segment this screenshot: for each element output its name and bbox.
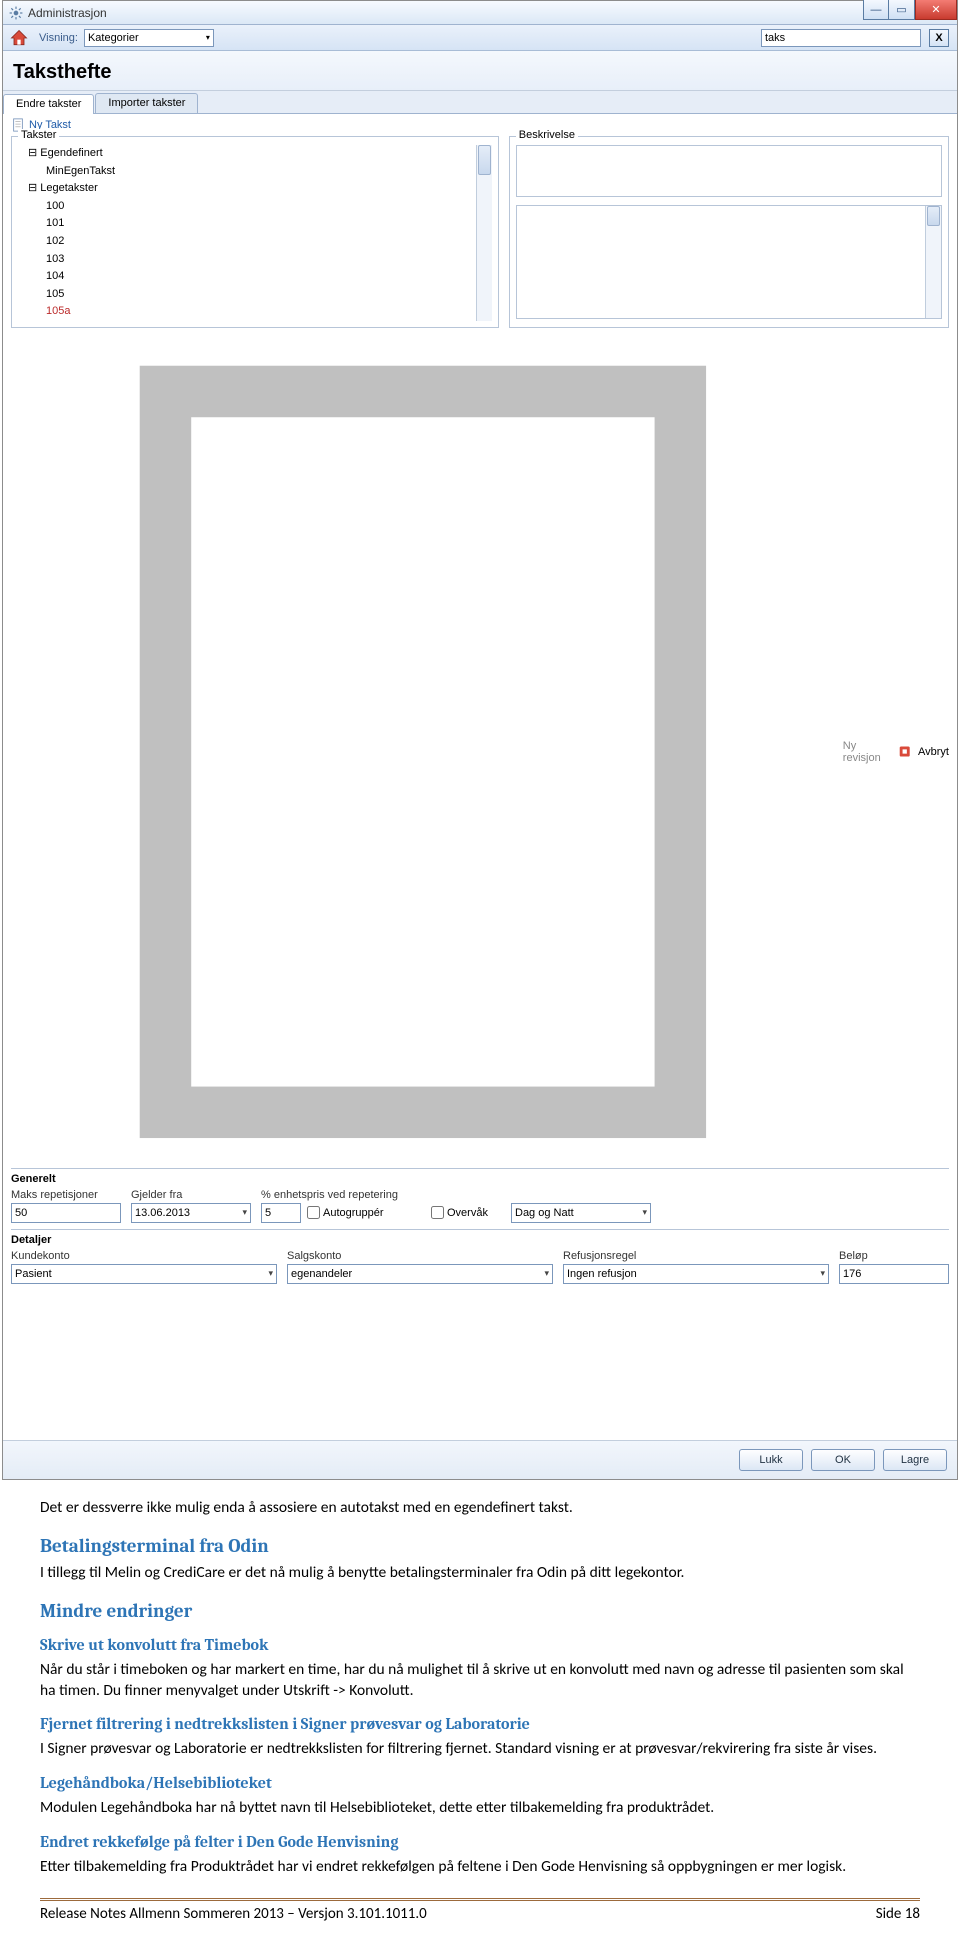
visning-label: Visning: — [39, 32, 78, 44]
salgskonto-label: Salgskonto — [287, 1250, 553, 1262]
section-heading: Taksthefte — [3, 51, 957, 91]
window-controls: — ▭ ✕ — [863, 0, 957, 20]
home-icon[interactable] — [9, 28, 29, 48]
visning-dropdown[interactable]: Kategorier ▾ — [84, 29, 214, 47]
ny-takst-button[interactable]: Ny Takst — [3, 114, 957, 136]
avbryt-button[interactable]: Avbryt — [918, 746, 949, 758]
tree-node-105[interactable]: 105 — [28, 286, 492, 304]
gear-icon — [9, 6, 23, 20]
overvak-checkbox[interactable]: Overvåk — [431, 1203, 501, 1223]
tree-node-101[interactable]: 101 — [28, 215, 492, 233]
tab-endre-takster[interactable]: Endre takster — [3, 94, 94, 114]
salgskonto-dropdown[interactable]: egenandeler▾ — [287, 1264, 553, 1284]
maks-rep-label: Maks repetisjoner — [11, 1189, 121, 1201]
takster-legend: Takster — [18, 129, 59, 141]
document-icon — [11, 340, 835, 1164]
belop-label: Beløp — [839, 1250, 949, 1262]
gjelder-fra-input[interactable]: 13.06.2013▾ — [131, 1203, 251, 1223]
tree-node-103[interactable]: 103 — [28, 251, 492, 269]
doc-heading-betalingsterminal: Betalingsterminal fra Odin — [40, 1535, 920, 1557]
window-titlebar: Administrasjon — ▭ ✕ — [3, 1, 957, 25]
lagre-button[interactable]: Lagre — [883, 1449, 947, 1471]
beskrivelse-scroll-thumb[interactable] — [927, 206, 940, 226]
refusjon-label: Refusjonsregel — [563, 1250, 829, 1262]
chevron-down-icon: ▾ — [820, 1268, 825, 1279]
chevron-down-icon: ▾ — [268, 1268, 273, 1279]
doc-subheading-filtrering: Fjernet filtrering i nedtrekkslisten i S… — [40, 1715, 920, 1733]
autogrupper-checkbox[interactable]: Autogruppér — [307, 1203, 384, 1223]
refusjon-dropdown[interactable]: Ingen refusjon▾ — [563, 1264, 829, 1284]
tree-node-legetakster[interactable]: ⊟ Legetakster — [28, 180, 492, 198]
generelt-section: Generelt Maks repetisjoner 50 Gjelder fr… — [11, 1168, 949, 1229]
doc-subheading-konvolutt: Skrive ut konvolutt fra Timebok — [40, 1636, 920, 1654]
footer-left: Release Notes Allmenn Sommeren 2013 – Ve… — [40, 1905, 427, 1923]
admin-window: Administrasjon — ▭ ✕ Visning: Kategorier… — [2, 0, 958, 1480]
ok-button[interactable]: OK — [811, 1449, 875, 1471]
tree-node-104[interactable]: 104 — [28, 268, 492, 286]
doc-paragraph: I Signer prøvesvar og Laboratorie er ned… — [40, 1739, 920, 1760]
overvak-dropdown[interactable]: Dag og Natt▾ — [511, 1203, 651, 1223]
tree-node-100[interactable]: 100 — [28, 198, 492, 216]
kundekonto-dropdown[interactable]: Pasient▾ — [11, 1264, 277, 1284]
doc-paragraph: Det er dessverre ikke mulig enda å assos… — [40, 1498, 920, 1519]
takster-tree[interactable]: ⊟ Egendefinert MinEgenTakst ⊟ Legetakste… — [18, 145, 492, 321]
doc-paragraph: Modulen Legehåndboka har nå byttet navn … — [40, 1798, 920, 1819]
revision-toolbar: Ny revisjon Avbryt — [3, 336, 957, 1168]
lukk-button[interactable]: Lukk — [739, 1449, 803, 1471]
stop-icon — [899, 745, 910, 758]
close-button[interactable]: ✕ — [915, 0, 957, 20]
gjelder-fra-label: Gjelder fra — [131, 1189, 251, 1201]
doc-heading-mindre-endringer: Mindre endringer — [40, 1600, 920, 1622]
beskrivelse-scrollbar[interactable] — [925, 206, 941, 318]
kundekonto-label: Kundekonto — [11, 1250, 277, 1262]
beskrivelse-panel: Beskrivelse — [509, 136, 949, 328]
chevron-down-icon: ▾ — [242, 1207, 247, 1218]
clear-search-button[interactable]: X — [929, 29, 949, 47]
page-footer: Release Notes Allmenn Sommeren 2013 – Ve… — [40, 1898, 920, 1923]
chevron-down-icon: ▾ — [206, 33, 210, 42]
detaljer-section: Detaljer Kundekonto Pasient▾ Salgskonto … — [11, 1229, 949, 1290]
doc-paragraph: Etter tilbakemelding fra Produktrådet ha… — [40, 1857, 920, 1878]
tree-node-egendefinert[interactable]: ⊟ Egendefinert — [28, 145, 492, 163]
ny-revisjon-button[interactable]: Ny revisjon — [843, 740, 891, 764]
beskrivelse-field-long[interactable] — [516, 205, 942, 319]
window-title: Administrasjon — [28, 6, 107, 20]
maks-rep-input[interactable]: 50 — [11, 1203, 121, 1223]
detaljer-title: Detaljer — [11, 1234, 949, 1246]
footer-right: Side 18 — [876, 1905, 920, 1923]
tree-scrollbar[interactable] — [476, 145, 492, 321]
dialog-footer: Lukk OK Lagre — [3, 1440, 957, 1479]
generelt-title: Generelt — [11, 1173, 949, 1185]
visning-value: Kategorier — [88, 32, 139, 44]
belop-input[interactable]: 176 — [839, 1264, 949, 1284]
beskrivelse-field-short[interactable] — [516, 145, 942, 197]
ribbon-bar: Visning: Kategorier ▾ taks X — [3, 25, 957, 51]
document-body: Det er dessverre ikke mulig enda å assos… — [0, 1498, 960, 1878]
doc-subheading-rekkefolge: Endret rekkefølge på felter i Den Gode H… — [40, 1833, 920, 1851]
enhetspris-input[interactable]: 5 — [261, 1203, 301, 1223]
chevron-down-icon: ▾ — [642, 1207, 647, 1218]
tab-importer-takster[interactable]: Importer takster — [95, 93, 198, 113]
doc-subheading-legehandboka: Legehåndboka/Helsebiblioteket — [40, 1774, 920, 1792]
doc-paragraph: I tillegg til Melin og CrediCare er det … — [40, 1563, 920, 1584]
panel-area: Takster ⊟ Egendefinert MinEgenTakst ⊟ Le… — [3, 136, 957, 336]
chevron-down-icon: ▾ — [544, 1268, 549, 1279]
search-value: taks — [765, 32, 785, 44]
tab-row: Endre takster Importer takster — [3, 91, 957, 114]
doc-paragraph: Når du står i timeboken og har markert e… — [40, 1660, 920, 1702]
tree-node-105a[interactable]: 105a — [28, 303, 492, 321]
beskrivelse-legend: Beskrivelse — [516, 129, 578, 141]
minimize-button[interactable]: — — [863, 0, 889, 20]
tree-node-102[interactable]: 102 — [28, 233, 492, 251]
takster-panel: Takster ⊟ Egendefinert MinEgenTakst ⊟ Le… — [11, 136, 499, 328]
maximize-button[interactable]: ▭ — [889, 0, 915, 20]
tree-node-minegentakst[interactable]: MinEgenTakst — [28, 163, 492, 181]
enhetspris-label: % enhetspris ved repetering — [261, 1189, 421, 1201]
tree-scroll-thumb[interactable] — [478, 145, 491, 175]
search-input[interactable]: taks — [761, 29, 921, 47]
